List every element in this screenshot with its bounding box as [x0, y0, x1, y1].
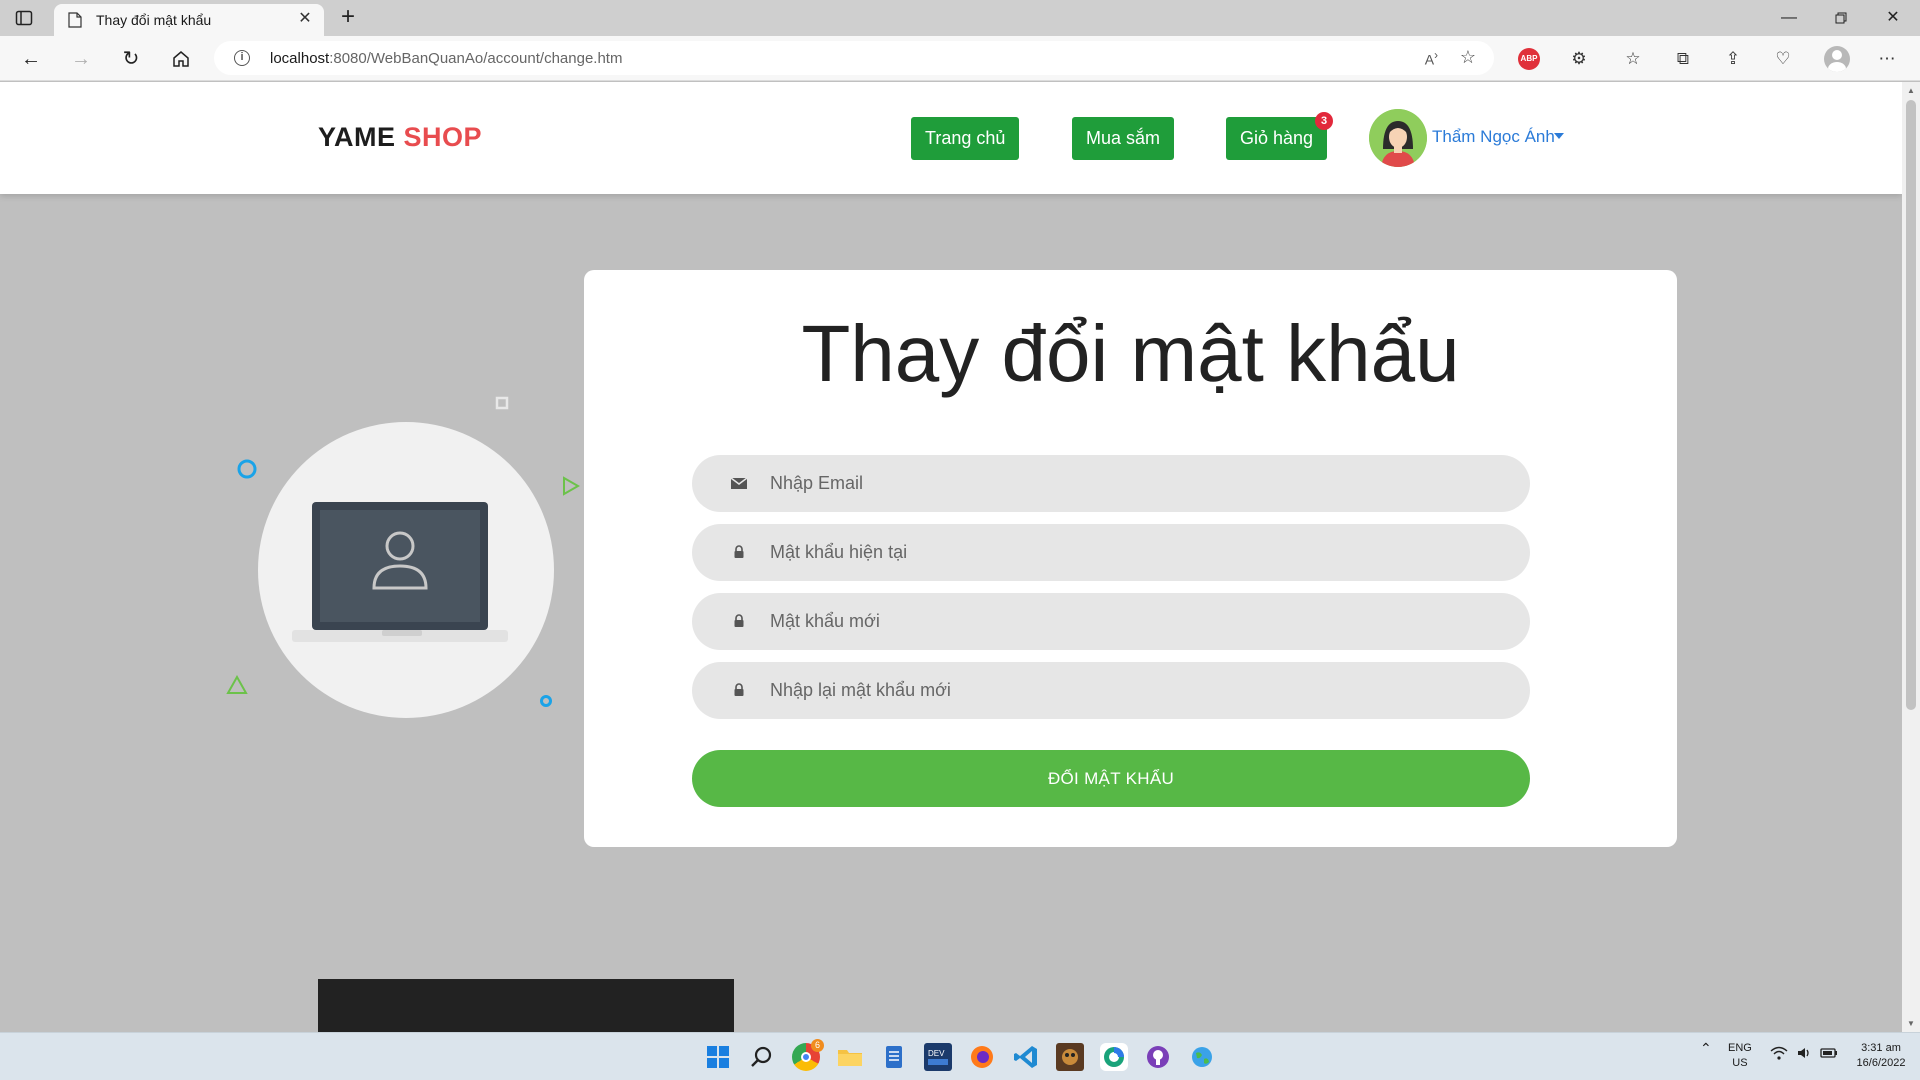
add-favorite-icon[interactable]: ☆ — [1460, 47, 1476, 68]
taskbar: 6 DEV ⌃ ENG US 3:31 am 16/6/2022 — [0, 1032, 1920, 1080]
browser-profile-avatar[interactable] — [1824, 46, 1850, 72]
tab-close-icon[interactable]: ✕ — [296, 10, 314, 28]
keyboard-region: US — [1732, 1057, 1748, 1069]
email-field — [692, 455, 1530, 512]
chrome-notification-badge: 6 — [811, 1039, 824, 1052]
vscode-icon[interactable] — [1012, 1043, 1040, 1071]
back-icon[interactable]: ← — [18, 46, 44, 72]
scrollbar-thumb[interactable] — [1906, 100, 1916, 710]
globe-app-icon[interactable] — [1188, 1043, 1216, 1071]
more-menu-icon[interactable]: ⋯ — [1874, 46, 1900, 72]
language-indicator[interactable]: ENG US — [1728, 1041, 1752, 1071]
collections-icon[interactable]: ⧉ — [1670, 46, 1696, 72]
document-icon — [68, 12, 82, 28]
decor-square-icon — [495, 396, 509, 415]
current-password-field — [692, 524, 1530, 581]
read-aloud-icon[interactable]: A› — [1425, 49, 1438, 68]
new-password-input[interactable] — [770, 593, 1490, 650]
brand-logo[interactable]: YAME SHOP — [318, 122, 482, 153]
tab-actions-icon[interactable] — [14, 8, 34, 28]
nav-cart-label: Giỏ hàng — [1240, 128, 1314, 148]
decor-triangle-icon — [226, 674, 248, 700]
email-input[interactable] — [770, 455, 1490, 512]
current-password-input[interactable] — [770, 524, 1490, 581]
decor-play-icon — [562, 476, 581, 501]
file-explorer-icon[interactable] — [836, 1043, 864, 1071]
firefox-icon[interactable] — [968, 1043, 996, 1071]
change-password-card: Thay đổi mật khẩu ĐỔI MẬT KHẨU — [584, 270, 1677, 847]
edge-app-icon[interactable] — [1100, 1043, 1128, 1071]
refresh-icon[interactable]: ↻ — [118, 46, 144, 72]
language-code: ENG — [1728, 1042, 1752, 1054]
new-tab-button[interactable]: + — [336, 5, 360, 29]
cart-count-badge: 3 — [1315, 112, 1334, 130]
laptop-illustration — [258, 422, 554, 718]
decor-dot-icon — [539, 694, 553, 713]
confirm-password-field — [692, 662, 1530, 719]
browser-tab-active[interactable]: Thay đổi mật khẩu ✕ — [54, 4, 324, 36]
github-desktop-icon[interactable] — [1144, 1043, 1172, 1071]
game-app-icon[interactable] — [1056, 1043, 1084, 1071]
clock-date: 16/6/2022 — [1856, 1057, 1906, 1069]
home-icon[interactable] — [168, 46, 194, 72]
change-password-button[interactable]: ĐỔI MẬT KHẨU — [692, 750, 1530, 807]
svg-text:DEV: DEV — [928, 1049, 945, 1058]
search-icon[interactable] — [748, 1043, 776, 1071]
browser-toolbar: ← → ↻ i localhost:8080/WebBanQuanAo/acco… — [0, 36, 1920, 81]
chrome-app-icon[interactable]: 6 — [792, 1039, 824, 1071]
adblock-icon[interactable]: ABP — [1518, 48, 1540, 70]
nav-home-button[interactable]: Trang chủ — [911, 117, 1020, 160]
site-info-icon[interactable]: i — [234, 50, 250, 66]
page-scrollbar[interactable]: ▲ ▼ — [1902, 82, 1920, 1032]
battery-icon[interactable] — [1820, 1045, 1838, 1065]
url-text: localhost:8080/WebBanQuanAo/account/chan… — [270, 50, 623, 67]
notepad-icon[interactable] — [880, 1043, 908, 1071]
page-viewport: YAME SHOP Trang chủ Mua sắm Giỏ hàng 3 T… — [0, 82, 1902, 1032]
address-bar[interactable]: i localhost:8080/WebBanQuanAo/account/ch… — [214, 41, 1494, 75]
browser-tab-bar: Thay đổi mật khẩu ✕ + — ✕ — [0, 0, 1920, 36]
restore-icon[interactable] — [1826, 6, 1856, 30]
devcpp-icon[interactable]: DEV — [924, 1043, 952, 1071]
scroll-down-icon[interactable]: ▼ — [1907, 1019, 1915, 1028]
volume-icon[interactable] — [1796, 1045, 1812, 1065]
windows-start-icon[interactable] — [704, 1043, 732, 1071]
extensions-icon[interactable]: ⚙ — [1566, 46, 1592, 72]
user-menu-toggle[interactable]: Thẩm Ngọc Ánh — [1432, 127, 1555, 147]
performance-icon[interactable]: ♡ — [1770, 46, 1796, 72]
favorites-icon[interactable]: ☆ — [1620, 46, 1646, 72]
clock-time: 3:31 am — [1861, 1042, 1901, 1054]
nav-shop-button[interactable]: Mua sắm — [1072, 117, 1175, 160]
user-avatar[interactable] — [1369, 109, 1427, 167]
nav-cart-button[interactable]: Giỏ hàng 3 — [1226, 112, 1334, 160]
footer-block — [318, 979, 734, 1032]
confirm-password-input[interactable] — [770, 662, 1490, 719]
envelope-icon — [730, 475, 748, 491]
tray-chevron-icon[interactable]: ⌃ — [1700, 1041, 1712, 1056]
page-title: Thay đổi mật khẩu — [801, 309, 1460, 398]
wifi-icon[interactable] — [1770, 1045, 1788, 1065]
forward-icon[interactable]: → — [68, 46, 94, 72]
clock[interactable]: 3:31 am 16/6/2022 — [1848, 1041, 1914, 1071]
lock-icon — [730, 613, 748, 629]
lock-icon — [730, 682, 748, 698]
lock-icon — [730, 544, 748, 560]
decor-circle-icon — [236, 458, 258, 485]
caret-down-icon[interactable] — [1554, 133, 1564, 139]
minimize-icon[interactable]: — — [1774, 6, 1804, 30]
new-password-field — [692, 593, 1530, 650]
share-icon[interactable]: ⇪ — [1720, 46, 1746, 72]
site-header: YAME SHOP Trang chủ Mua sắm Giỏ hàng 3 T… — [0, 82, 1902, 194]
window-close-icon[interactable]: ✕ — [1878, 6, 1908, 30]
tab-title: Thay đổi mật khẩu — [96, 12, 212, 28]
scroll-up-icon[interactable]: ▲ — [1907, 86, 1915, 95]
